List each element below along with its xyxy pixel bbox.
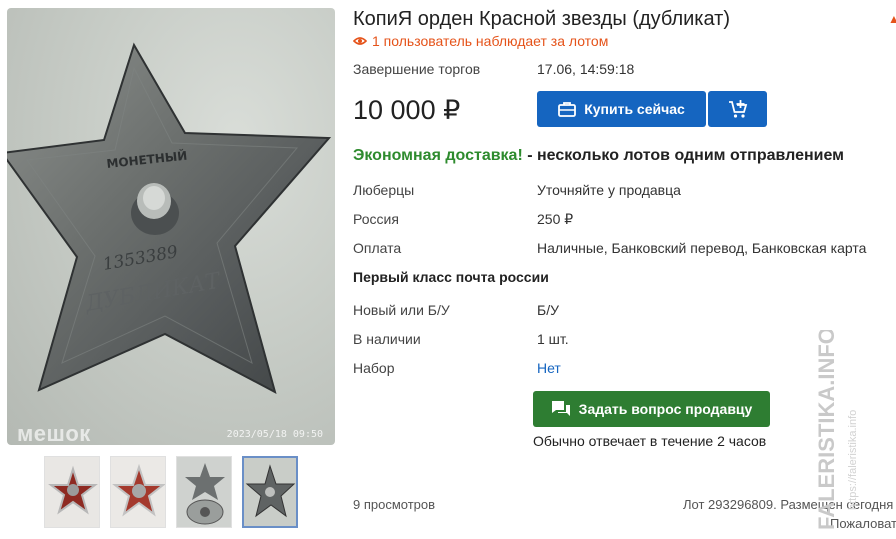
add-to-cart-button[interactable] <box>708 91 767 127</box>
listing-title: КопиЯ орден Красной звезды (дубликат) <box>353 8 730 30</box>
shipping-method-title: Первый класс почта россии <box>353 269 549 285</box>
payment-label: Оплата <box>353 240 402 256</box>
delivery-highlight: Экономная доставка! <box>353 147 523 164</box>
watermark-url: https://faleristika.info <box>847 410 859 510</box>
thumbnail-2[interactable] <box>110 456 166 528</box>
briefcase-icon <box>558 102 577 117</box>
watchers-row: 1 пользователь наблюдает за лотом <box>353 33 608 49</box>
buy-now-button[interactable]: Купить сейчас <box>537 91 706 127</box>
main-photo[interactable]: МОНЕТНЫЙ 1353389 ДУБЛИКАТ мешок 2023/05/… <box>7 8 335 445</box>
payment-value: Наличные, Банковский перевод, Банковская… <box>537 240 867 256</box>
delivery-text: - несколько лотов одним отправлением <box>522 147 844 164</box>
corner-icon: ▲ <box>888 12 896 26</box>
watchers-text: 1 пользователь наблюдает за лотом <box>372 33 609 49</box>
shipping-cost: 250 ₽ <box>537 211 574 227</box>
star-photo-image: МОНЕТНЫЙ 1353389 ДУБЛИКАТ <box>7 42 332 394</box>
set-value-link[interactable]: Нет <box>537 360 561 376</box>
buy-now-label: Купить сейчас <box>584 101 685 117</box>
stock-label: В наличии <box>353 331 421 347</box>
ask-seller-label: Задать вопрос продавцу <box>578 401 753 417</box>
views-count: 9 просмотров <box>353 497 436 512</box>
city-label: Люберцы <box>353 182 415 198</box>
thumbnail-1[interactable] <box>44 456 100 528</box>
thumbnail-4-selected[interactable] <box>242 456 298 528</box>
set-label: Набор <box>353 360 395 376</box>
condition-value: Б/У <box>537 302 559 318</box>
response-time: Обычно отвечает в течение 2 часов <box>533 433 767 449</box>
city-value: Уточняйте у продавца <box>537 182 681 198</box>
eye-icon <box>353 37 367 45</box>
add-cart-icon <box>728 100 747 118</box>
watermark-brand: FALERISTIKA.INFO <box>814 330 839 530</box>
country-label: Россия <box>353 211 399 227</box>
thumbnail-strip <box>44 456 298 528</box>
photo-timestamp: 2023/05/18 09:50 <box>226 429 323 440</box>
ask-seller-button[interactable]: Задать вопрос продавцу <box>533 391 770 427</box>
end-label: Завершение торгов <box>353 61 481 77</box>
side-watermark: FALERISTIKA.INFO https://faleristika.inf… <box>814 330 859 530</box>
thumbnail-3[interactable] <box>176 456 232 528</box>
stock-value: 1 шт. <box>537 331 569 347</box>
condition-label: Новый или Б/У <box>353 302 450 318</box>
end-value: 17.06, 14:59:18 <box>537 61 635 77</box>
chat-icon <box>551 401 570 416</box>
delivery-promo: Экономная доставка! - несколько лотов од… <box>353 147 844 165</box>
price: 10 000 ₽ <box>353 95 461 125</box>
photo-watermark-logo: мешок <box>17 421 91 445</box>
